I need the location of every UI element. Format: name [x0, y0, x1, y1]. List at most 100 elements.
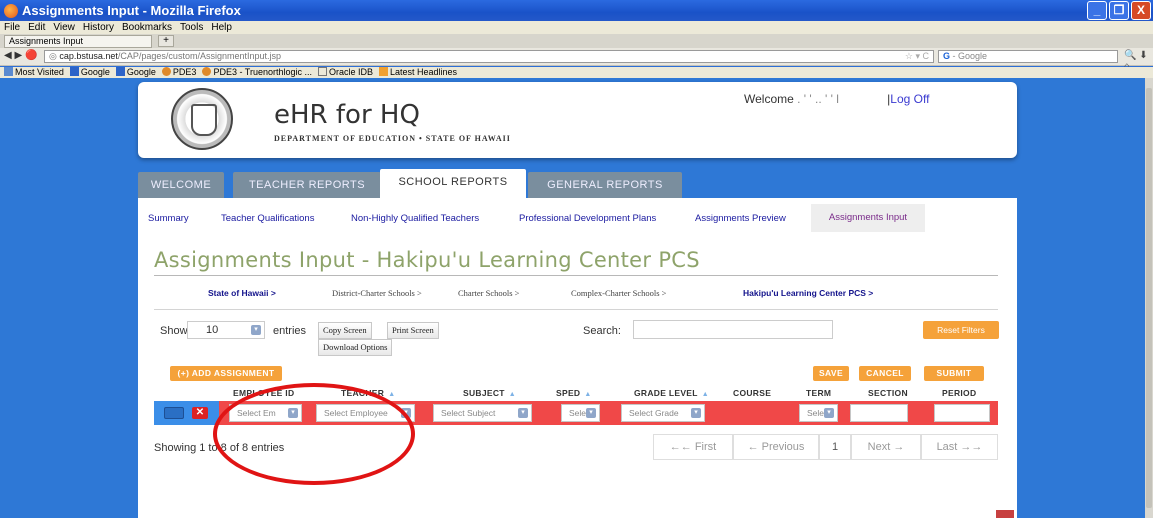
- breadcrumb-divider: [154, 309, 998, 310]
- url-bar[interactable]: ◎ cap.bstusa.net/CAP/pages/custom/Assign…: [44, 50, 934, 63]
- url-path: /CAP/pages/custom/AssignmentInput.jsp: [117, 51, 281, 61]
- menu-view[interactable]: View: [53, 21, 75, 34]
- corner-widget: [996, 510, 1014, 518]
- bookmark-google-1[interactable]: Google: [69, 67, 110, 78]
- breadcrumb-complex[interactable]: Complex-Charter Schools >: [571, 288, 666, 298]
- submit-button[interactable]: SUBMIT: [924, 366, 984, 381]
- grade-level-select[interactable]: Select Grade ▾: [621, 404, 705, 422]
- print-screen-button[interactable]: Print Screen: [387, 322, 439, 339]
- column-sped[interactable]: SPED ▲: [556, 388, 592, 398]
- subject-select[interactable]: Select Subject ▾: [433, 404, 532, 422]
- pager-page-1[interactable]: 1: [819, 434, 851, 460]
- edit-icon[interactable]: [164, 407, 184, 419]
- entries-value: 10: [206, 324, 219, 336]
- bookmark-most-visited[interactable]: Most Visited: [4, 67, 64, 78]
- breadcrumb-charter[interactable]: Charter Schools >: [458, 288, 519, 298]
- pager-previous[interactable]: ← Previous: [733, 434, 819, 460]
- column-subject[interactable]: SUBJECT ▲: [463, 388, 516, 398]
- minimize-button[interactable]: _: [1087, 1, 1107, 20]
- sped-select[interactable]: Selec ▾: [561, 404, 600, 422]
- breadcrumb-district[interactable]: District-Charter Schools >: [332, 288, 422, 298]
- menu-tools[interactable]: Tools: [180, 21, 203, 34]
- new-tab-button[interactable]: +: [158, 35, 174, 47]
- brand-title: eHR for HQ: [274, 100, 420, 130]
- column-grade-level[interactable]: GRADE LEVEL ▲: [634, 388, 709, 398]
- subnav-assignments-preview[interactable]: Assignments Preview: [695, 213, 786, 224]
- sort-asc-icon: ▲: [701, 391, 709, 398]
- menu-file[interactable]: File: [4, 21, 20, 34]
- breadcrumb-state[interactable]: State of Hawaii >: [208, 288, 276, 298]
- welcome-label: Welcome: [744, 92, 794, 106]
- breadcrumb-school[interactable]: Hakipu'u Learning Center PCS >: [743, 288, 873, 298]
- close-button[interactable]: X: [1131, 1, 1151, 20]
- period-input[interactable]: [934, 404, 990, 422]
- sort-asc-icon: ▲: [584, 391, 592, 398]
- subnav-teacher-qualifications[interactable]: Teacher Qualifications: [221, 213, 314, 224]
- menu-help[interactable]: Help: [211, 21, 232, 34]
- bookmark-star-icon[interactable]: ☆ ▾ C: [905, 51, 929, 62]
- bookmark-latest-headlines[interactable]: Latest Headlines: [379, 67, 457, 78]
- save-button[interactable]: SAVE: [813, 366, 849, 381]
- sort-asc-icon: ▲: [508, 391, 517, 398]
- add-assignment-button[interactable]: (+) ADD ASSIGNMENT: [170, 366, 282, 381]
- column-course[interactable]: COURSE: [733, 388, 771, 398]
- bookmarks-bar: Most Visited Google Google PDE3 PDE3 - T…: [0, 67, 1153, 78]
- term-select[interactable]: Selec ▾: [799, 404, 838, 422]
- welcome-bar: Welcome . ' ' .. ' ' l |Log Off: [744, 92, 929, 106]
- search-input[interactable]: [633, 320, 833, 339]
- logoff-link[interactable]: Log Off: [890, 92, 929, 106]
- column-period[interactable]: PERIOD: [942, 388, 976, 398]
- back-forward-icon[interactable]: ◀ ▶ 🔴: [4, 50, 37, 61]
- pde3-icon: [202, 67, 212, 76]
- chevron-down-icon: ▾: [251, 325, 261, 335]
- tab-welcome[interactable]: WELCOME: [138, 172, 224, 198]
- tab-teacher-reports[interactable]: TEACHER REPORTS: [233, 172, 381, 198]
- bookmark-pde3[interactable]: PDE3: [161, 67, 196, 78]
- column-section[interactable]: SECTION: [868, 388, 908, 398]
- bookmark-pde3-truenorth[interactable]: PDE3 - Truenorthlogic ...: [202, 67, 312, 78]
- page-title: Assignments Input - Hakipu'u Learning Ce…: [154, 248, 700, 272]
- site-header: eHR for HQ DEPARTMENT OF EDUCATION • STA…: [138, 82, 1017, 158]
- window-controls: _ ❐ X: [1087, 1, 1151, 20]
- doe-seal-logo: [171, 88, 233, 150]
- menu-edit[interactable]: Edit: [28, 21, 45, 34]
- menu-history[interactable]: History: [83, 21, 114, 34]
- maximize-button[interactable]: ❐: [1109, 1, 1129, 20]
- window-titlebar: Assignments Input - Mozilla Firefox _ ❐ …: [0, 0, 1153, 21]
- google-bookmark-icon: [69, 67, 79, 76]
- window-title: Assignments Input - Mozilla Firefox: [22, 3, 241, 18]
- search-engine-label: Google: [958, 51, 988, 61]
- subnav-non-hq-teachers[interactable]: Non-Highly Qualified Teachers: [351, 213, 479, 224]
- bookmark-oracle-idb[interactable]: Oracle IDB: [317, 67, 373, 78]
- section-input[interactable]: [850, 404, 908, 422]
- cancel-button[interactable]: CANCEL: [859, 366, 911, 381]
- menu-bookmarks[interactable]: Bookmarks: [122, 21, 172, 34]
- scrollbar-thumb[interactable]: [1146, 88, 1152, 508]
- column-term[interactable]: TERM: [806, 388, 831, 398]
- tab-general-reports[interactable]: GENERAL REPORTS: [528, 172, 682, 198]
- chevron-down-icon: ▾: [586, 408, 596, 418]
- chevron-down-icon: ▾: [824, 408, 834, 418]
- delete-icon[interactable]: ✕: [192, 407, 208, 419]
- pager-first[interactable]: ←← First: [653, 434, 733, 460]
- search-label: Search:: [583, 325, 621, 337]
- reset-filters-button[interactable]: Reset Filters: [923, 321, 999, 339]
- bookmark-google-2[interactable]: Google: [115, 67, 156, 78]
- most-visited-icon: [4, 67, 13, 76]
- google-icon: G: [943, 51, 951, 61]
- copy-screen-button[interactable]: Copy Screen: [318, 322, 372, 339]
- download-options-button[interactable]: Download Options: [318, 339, 393, 356]
- navigation-bar: ◀ ▶ 🔴 ◎ cap.bstusa.net/CAP/pages/custom/…: [0, 48, 1153, 72]
- vertical-scrollbar[interactable]: [1145, 78, 1153, 518]
- pager-next[interactable]: Next →: [851, 434, 921, 460]
- subnav-pd-plans[interactable]: Professional Development Plans: [519, 213, 656, 224]
- chevron-down-icon: ▾: [691, 408, 701, 418]
- entries-select[interactable]: 10 ▾: [187, 321, 265, 339]
- chevron-down-icon: ▾: [518, 408, 528, 418]
- tab-school-reports[interactable]: SCHOOL REPORTS: [380, 169, 526, 198]
- browser-tab[interactable]: Assignments Input: [4, 35, 152, 48]
- subnav-summary[interactable]: Summary: [148, 213, 189, 224]
- browser-search-box[interactable]: G - Google: [938, 50, 1118, 63]
- subnav-assignments-input[interactable]: Assignments Input: [811, 204, 925, 232]
- pager-last[interactable]: Last →→: [921, 434, 998, 460]
